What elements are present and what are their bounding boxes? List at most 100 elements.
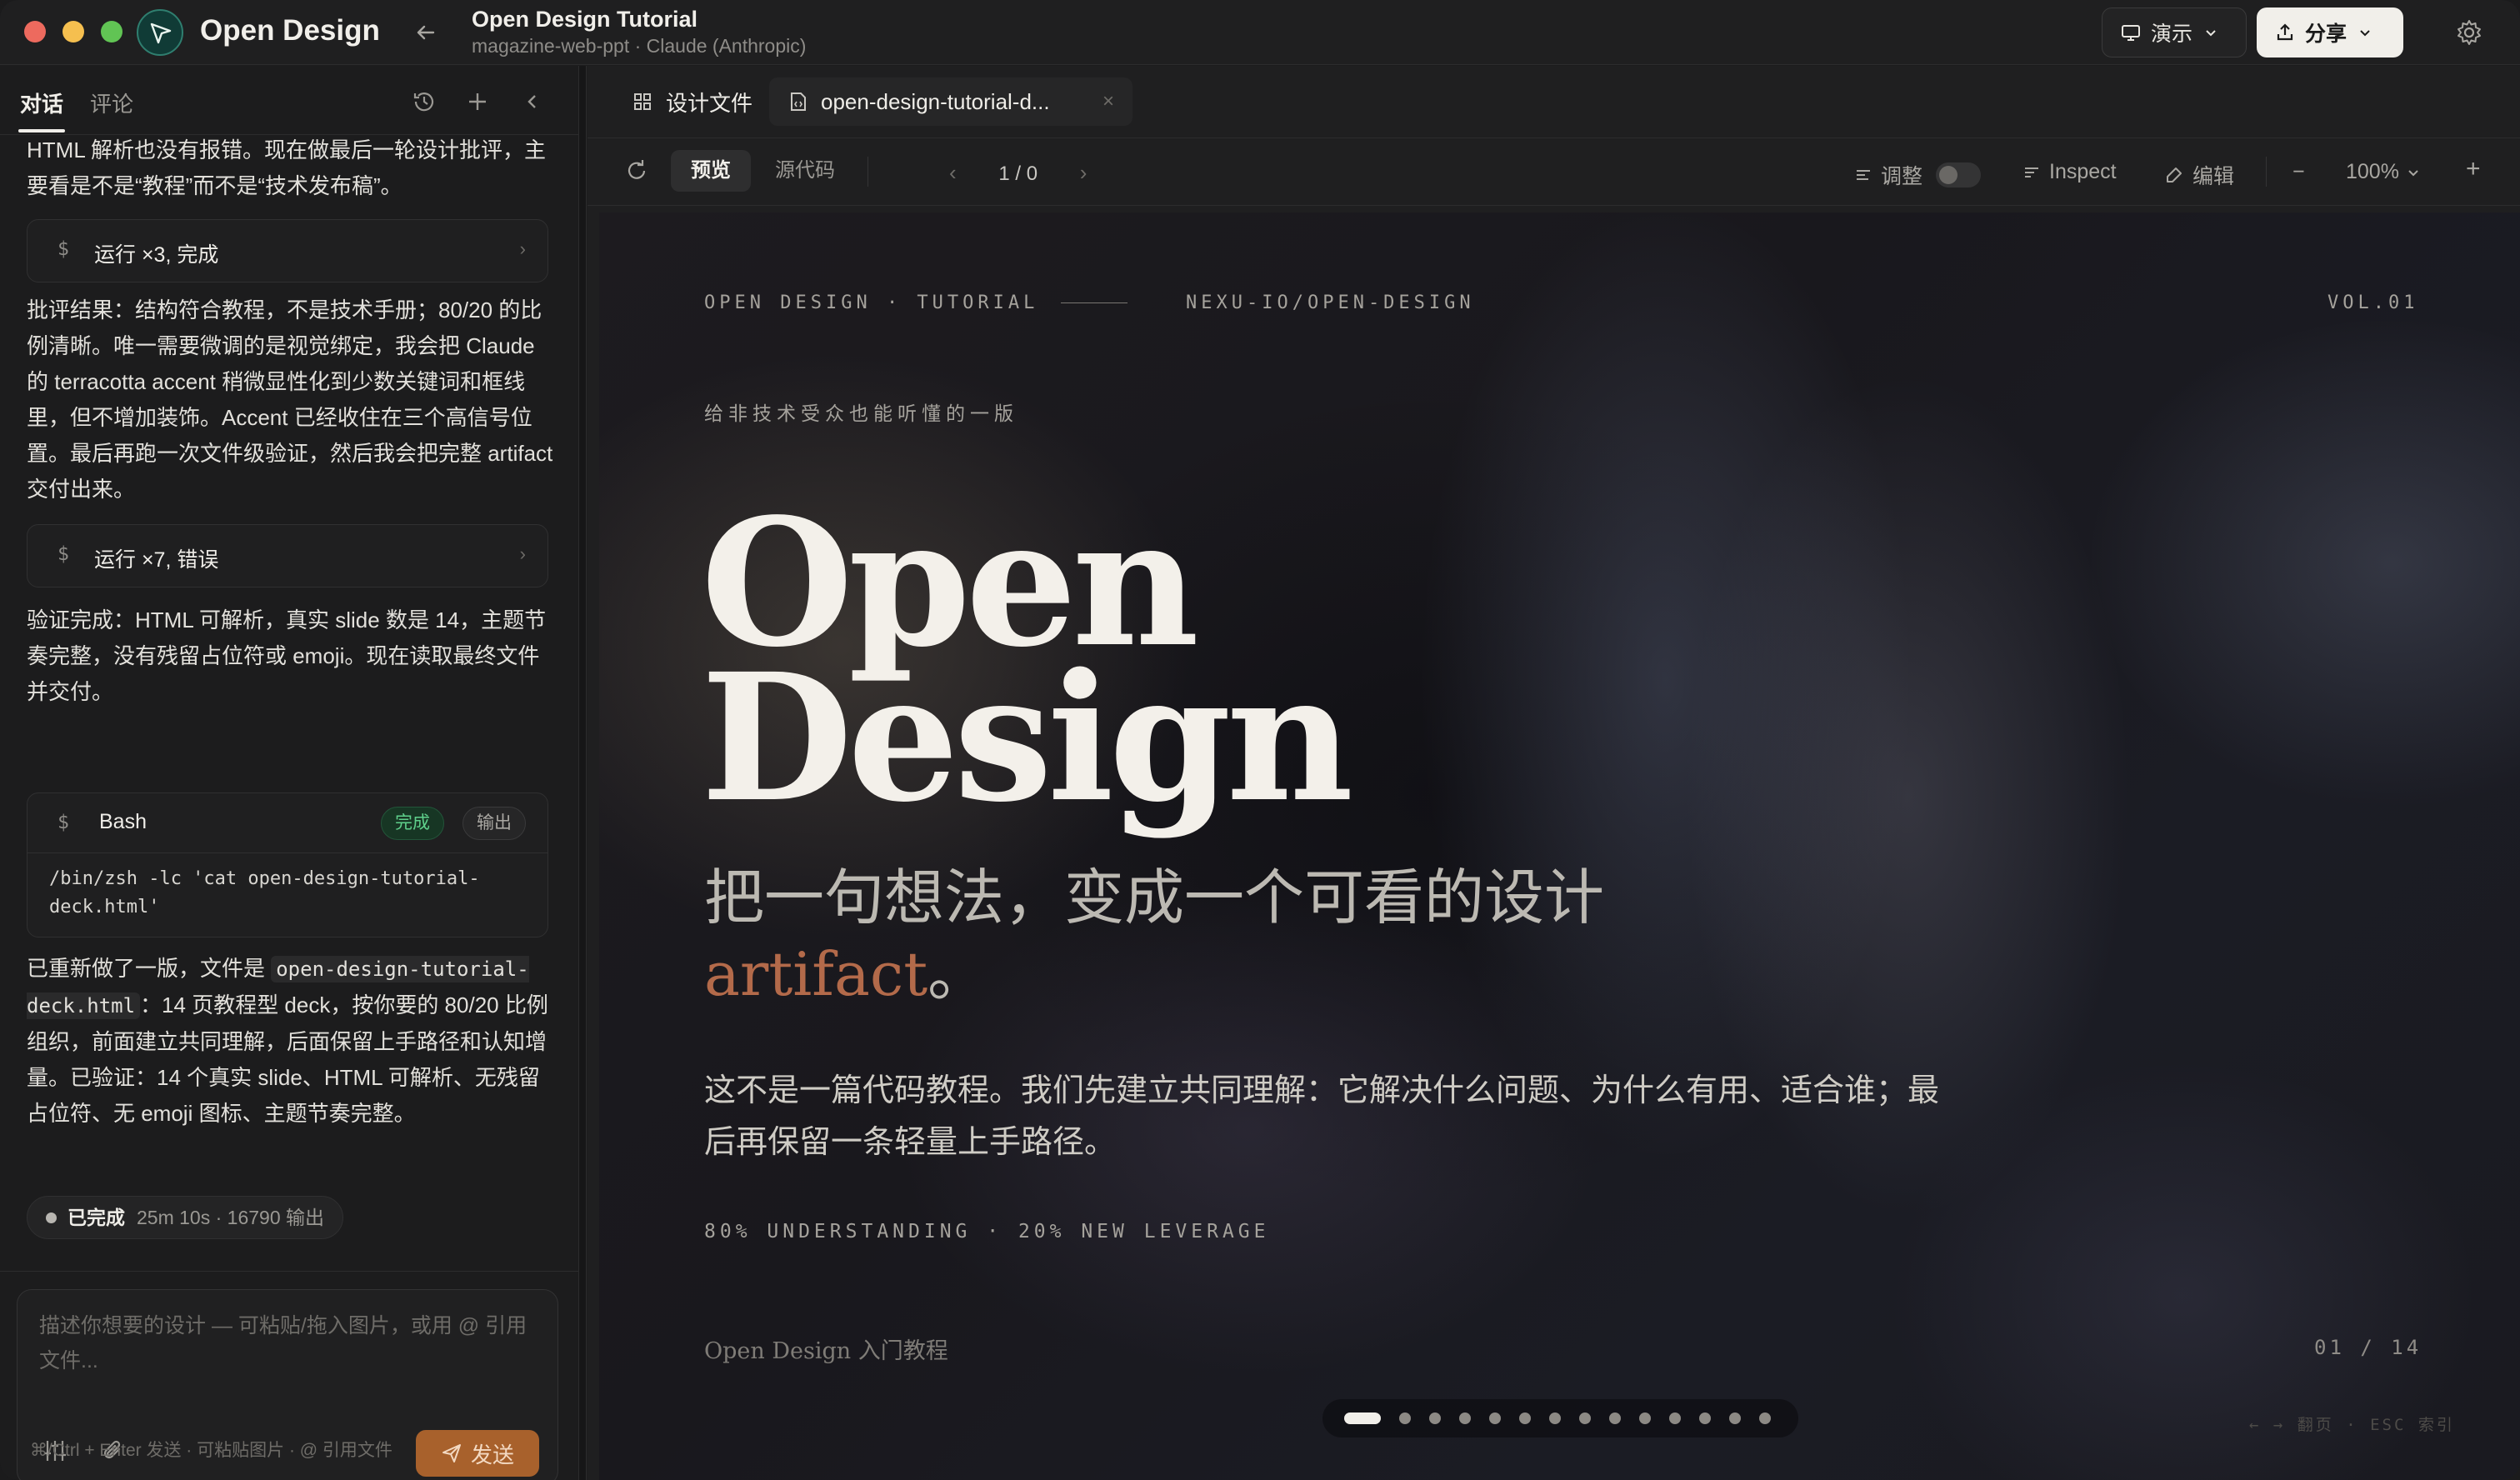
page-navigator: ‹ 1 / 0 ›: [949, 160, 1087, 186]
zoom-in-button[interactable]: +: [2466, 155, 2481, 183]
slide-dot[interactable]: [1609, 1412, 1621, 1424]
inspect-button[interactable]: Inspect: [2022, 160, 2117, 184]
app-name: Open Design: [200, 14, 380, 47]
tool-run-card[interactable]: $ 运行 ×3, 完成 ›: [27, 219, 548, 282]
status-label: 已完成: [68, 1207, 125, 1228]
history-icon[interactable]: [412, 89, 437, 114]
hero-line: Design: [701, 635, 1353, 841]
paper-plane-icon: [442, 1444, 461, 1462]
slide-dot[interactable]: [1729, 1412, 1741, 1424]
preview-toolbar: 预览 源代码 ‹ 1 / 0 › 调整 Inspect 编辑 − 100% +: [588, 138, 2520, 205]
prev-page-button[interactable]: ‹: [949, 160, 957, 185]
panel-resize-handle[interactable]: [578, 66, 587, 1480]
minimize-window-button[interactable]: [62, 21, 84, 42]
slide-dot[interactable]: [1549, 1412, 1561, 1424]
present-label: 演示: [2151, 22, 2193, 46]
grid-icon: [632, 92, 652, 112]
prompt-input[interactable]: [39, 1308, 536, 1405]
divider: [0, 1271, 578, 1272]
chevron-down-icon: [2204, 26, 2218, 39]
output-button[interactable]: 输出: [462, 807, 526, 840]
assistant-message: HTML 解析也没有报错。现在做最后一轮设计批评，主要看是不是“教程”而不是“技…: [27, 138, 547, 198]
tab-open-file[interactable]: open-design-tutorial-d... ×: [769, 78, 1132, 126]
bash-tool-card[interactable]: $ Bash 完成 输出 /bin/zsh -lc 'cat open-desi…: [27, 792, 548, 938]
assistant-message: 批评结果：结构符合教程，不是技术手册；80/20 的比例清晰。唯一需要微调的是视…: [27, 298, 553, 502]
slide-dot[interactable]: [1759, 1412, 1771, 1424]
slide-dot[interactable]: [1344, 1412, 1381, 1424]
tab-chat[interactable]: 对话: [20, 88, 63, 118]
bash-title: Bash: [99, 810, 147, 833]
slide-eyebrow-right: VOL.01: [2328, 292, 2419, 313]
keyboard-nav-hint: ← → 翻页 · ESC 索引: [2249, 1416, 2455, 1434]
divider: [2266, 157, 2267, 187]
project-subtitle: magazine-web-ppt · Claude (Anthropic): [472, 35, 807, 57]
subheadline-accent: artifact: [704, 939, 928, 1009]
page-indicator: 1 / 0: [998, 162, 1038, 185]
chevron-right-icon: ›: [519, 543, 526, 564]
editor-area: 设计文件 open-design-tutorial-d... × 预览 源代码 …: [588, 66, 2520, 1480]
collapse-panel-icon[interactable]: [520, 89, 545, 114]
cursor-logo-icon: [150, 22, 172, 44]
back-arrow-icon[interactable]: [412, 18, 440, 47]
slide-dot[interactable]: [1489, 1412, 1501, 1424]
tab-design-files[interactable]: 设计文件: [619, 78, 759, 126]
app-window: Open Design Open Design Tutorial magazin…: [0, 0, 2520, 1480]
edit-label: 编辑: [2192, 165, 2235, 188]
slide-subheadline: 把一句想法，变成一个可看的设计 artifact。: [704, 859, 1788, 1012]
adjust-control[interactable]: 调整: [1854, 160, 1982, 190]
tool-run-card[interactable]: $ 运行 ×7, 错误 ›: [27, 524, 548, 588]
slide-dot[interactable]: [1579, 1412, 1591, 1424]
share-button[interactable]: 分享: [2257, 8, 2403, 58]
app-logo: [137, 9, 183, 56]
slide-dot[interactable]: [1669, 1412, 1681, 1424]
slide-page-number: 01 / 14: [2314, 1336, 2422, 1359]
next-page-button[interactable]: ›: [1080, 160, 1088, 185]
assistant-message: 已重新做了一版，文件是 open-design-tutorial-deck.ht…: [27, 951, 553, 1132]
slide-dot[interactable]: [1639, 1412, 1651, 1424]
terminal-icon: $: [58, 238, 69, 260]
gear-icon[interactable]: [2455, 18, 2483, 47]
bash-command: /bin/zsh -lc 'cat open-design-tutorial-d…: [49, 868, 480, 918]
monitor-icon: [2121, 22, 2141, 42]
edit-button[interactable]: 编辑: [2164, 160, 2234, 190]
chat-panel: 对话 评论 HTML 解析也没有报错。现在做最后一轮设计批评，主要看是不是“教程…: [0, 66, 578, 1480]
preview-toggle[interactable]: 预览: [671, 150, 751, 192]
tab-comments[interactable]: 评论: [90, 88, 133, 118]
slide-hero-title: Open Design: [701, 496, 1353, 841]
send-label: 发送: [470, 1442, 514, 1468]
file-code-icon: [789, 92, 808, 112]
slide-dot[interactable]: [1399, 1412, 1411, 1424]
inspect-label: Inspect: [2049, 160, 2117, 183]
zoom-level: 100%: [2346, 160, 2399, 183]
close-tab-icon[interactable]: ×: [1102, 90, 1114, 113]
slide-dot[interactable]: [1459, 1412, 1471, 1424]
edit-icon: [2164, 165, 2184, 185]
upload-icon: [2275, 22, 2295, 42]
slide-dots-nav: [1322, 1399, 1798, 1438]
adjust-icon: [1854, 166, 1872, 184]
send-button[interactable]: 发送: [416, 1430, 539, 1477]
terminal-icon: $: [58, 812, 69, 833]
status-detail: 25m 10s · 16790 输出: [137, 1207, 325, 1228]
share-label: 分享: [2305, 22, 2348, 46]
refresh-icon[interactable]: [622, 157, 651, 185]
zoom-window-button[interactable]: [101, 21, 122, 42]
zoom-select[interactable]: 100%: [2346, 160, 2419, 184]
present-button[interactable]: 演示: [2102, 8, 2247, 58]
terminal-icon: $: [58, 543, 69, 565]
plus-icon[interactable]: [465, 89, 490, 114]
title-bar: Open Design Open Design Tutorial magazin…: [0, 0, 2520, 65]
adjust-toggle[interactable]: [1936, 162, 1982, 188]
assistant-message: 验证完成：HTML 可解析，真实 slide 数是 14，主题节奏完整，没有残留…: [27, 608, 547, 704]
project-title: Open Design Tutorial: [472, 7, 698, 32]
zoom-out-button[interactable]: −: [2292, 160, 2305, 184]
slide-stat-line: 80% UNDERSTANDING · 20% NEW LEVERAGE: [704, 1221, 1270, 1242]
close-window-button[interactable]: [24, 21, 46, 42]
slide-dot[interactable]: [1429, 1412, 1441, 1424]
divider: [588, 205, 2520, 206]
slide-dot[interactable]: [1699, 1412, 1711, 1424]
slide-dot[interactable]: [1519, 1412, 1531, 1424]
status-badge: 完成: [381, 807, 444, 840]
source-code-toggle[interactable]: 源代码: [759, 150, 851, 192]
completion-status: 已完成 25m 10s · 16790 输出: [27, 1196, 344, 1239]
